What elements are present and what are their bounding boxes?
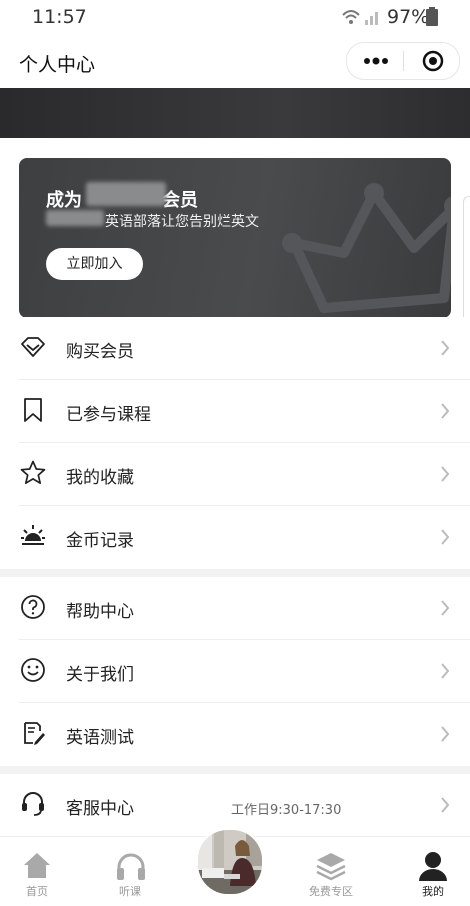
signal-icon: [342, 10, 378, 25]
section-divider: [0, 569, 470, 577]
menu-label: 购买会员: [66, 342, 134, 362]
section-divider: [0, 766, 470, 774]
crown-icon: [282, 183, 451, 313]
chevron-right-icon: [441, 797, 450, 813]
menu-item-help-center[interactable]: 帮助中心: [0, 577, 470, 640]
diamond-icon: [21, 337, 45, 357]
menu-item-buy-membership[interactable]: 购买会员: [0, 317, 470, 380]
join-now-button[interactable]: 立即加入: [46, 248, 143, 280]
membership-subtitle: 英语部落让您告别烂英文: [105, 214, 259, 230]
membership-card: 成为 会员 英语部落让您告别烂英文 立即加入: [19, 158, 451, 318]
tab-free-zone[interactable]: 免费专区: [291, 837, 371, 906]
menu-label: 关于我们: [66, 665, 134, 685]
question-icon: [21, 595, 45, 619]
bookmark-icon: [24, 398, 42, 422]
battery-percent: 97%: [387, 6, 430, 28]
close-target-icon[interactable]: [422, 50, 444, 72]
woman-at-laptop-photo: [198, 830, 262, 894]
profile-banner: [0, 88, 470, 138]
tab-label: 听课: [119, 885, 141, 898]
star-icon: [20, 460, 46, 485]
menu-label: 金币记录: [66, 531, 134, 551]
menu-label: 我的收藏: [66, 468, 134, 488]
headphones-icon: [117, 853, 145, 880]
service-hours: 工作日9:30-17:30: [231, 803, 342, 818]
menu-label: 帮助中心: [66, 602, 134, 622]
menu-label: 已参与课程: [66, 405, 151, 425]
chevron-right-icon: [441, 529, 450, 545]
smile-icon: [21, 658, 45, 682]
person-icon: [419, 852, 447, 881]
menu-item-coin-records[interactable]: 金币记录: [0, 506, 470, 569]
status-time: 11:57: [32, 6, 87, 28]
center-feature-button[interactable]: [196, 828, 264, 896]
menu-label: 英语测试: [66, 728, 134, 748]
mini-program-capsule: [346, 42, 460, 80]
chevron-right-icon: [441, 600, 450, 616]
battery-icon: [426, 7, 438, 26]
chevron-right-icon: [441, 663, 450, 679]
chevron-right-icon: [441, 466, 450, 482]
menu-item-joined-courses[interactable]: 已参与课程: [0, 380, 470, 443]
menu-item-favorites[interactable]: 我的收藏: [0, 443, 470, 506]
chevron-right-icon: [441, 340, 450, 356]
test-icon: [24, 722, 45, 745]
menu-label: 客服中心: [66, 799, 134, 819]
home-icon: [24, 853, 50, 878]
redacted-brand-sub: [46, 210, 104, 226]
redacted-brand: [86, 182, 166, 206]
tab-label: 首页: [26, 885, 48, 898]
page-title: 个人中心: [19, 54, 96, 76]
headset-icon: [22, 792, 44, 816]
tab-mine[interactable]: 我的: [393, 837, 470, 906]
tab-listen[interactable]: 听课: [90, 837, 170, 906]
sun-icon: [21, 525, 45, 545]
tab-label: 我的: [422, 885, 444, 898]
tab-home[interactable]: 首页: [0, 837, 77, 906]
chevron-right-icon: [441, 726, 450, 742]
chevron-right-icon: [441, 403, 450, 419]
menu-item-about-us[interactable]: 关于我们: [0, 640, 470, 703]
menu-item-english-test[interactable]: 英语测试: [0, 703, 470, 766]
more-icon[interactable]: [363, 56, 389, 66]
layers-icon: [316, 853, 346, 881]
capsule-divider: [403, 51, 404, 71]
tab-label: 免费专区: [309, 885, 353, 898]
